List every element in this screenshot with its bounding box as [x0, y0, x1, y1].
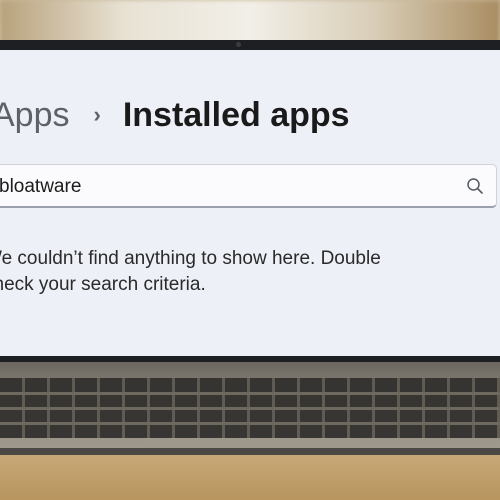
webcam — [236, 42, 241, 47]
search-input-value[interactable]: bloatware — [0, 176, 81, 198]
desk-surface — [0, 455, 500, 500]
key-row-divider — [0, 392, 500, 395]
search-input[interactable]: bloatware — [0, 164, 497, 208]
breadcrumb-apps-link[interactable]: Apps — [0, 96, 70, 135]
key-row-divider — [0, 422, 500, 425]
search-icon[interactable] — [466, 177, 484, 195]
page-title: Installed apps — [122, 95, 350, 134]
settings-window: Apps › Installed apps bloatware We could… — [0, 50, 500, 356]
breadcrumb: Apps › Installed apps — [0, 90, 350, 140]
chevron-right-icon: › — [93, 102, 101, 127]
empty-state-message: We couldn’t find anything to show here. … — [0, 248, 381, 295]
key-row-divider — [0, 407, 500, 410]
